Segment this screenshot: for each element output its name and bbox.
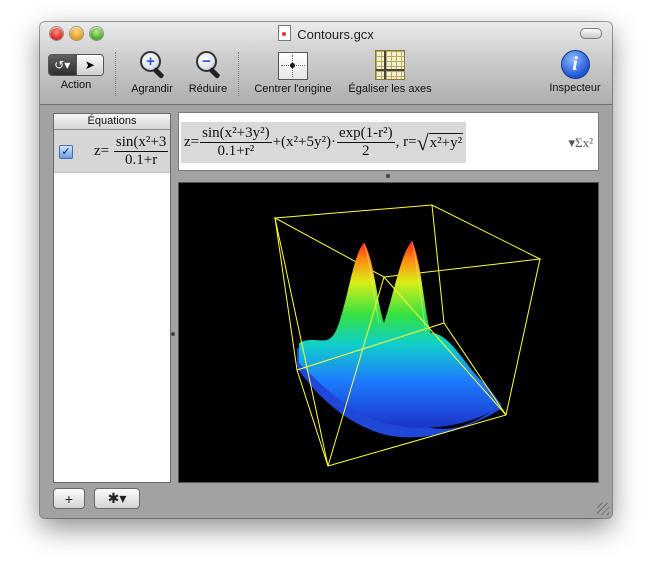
horizontal-splitter-handle[interactable] (386, 174, 390, 178)
inspector-button[interactable]: i Inspecteur (542, 50, 608, 94)
equations-panel: Équations ✓ z= sin(x²+3 0.1+r (53, 113, 171, 483)
toolbar-toggle-button[interactable] (580, 28, 602, 39)
gear-menu-button[interactable]: ✱▾ (94, 488, 140, 509)
graph-view[interactable] (178, 182, 599, 483)
info-icon: i (560, 50, 590, 79)
action-segmented-control[interactable]: ↺▾ ➤ (48, 54, 104, 76)
equation-row-formula: z= sin(x²+3 0.1+r (94, 134, 169, 168)
center-origin-button[interactable]: Centrer l'origine (246, 52, 340, 95)
gear-icon: ✱▾ (107, 490, 127, 506)
zoom-in-button[interactable]: + Agrandir (122, 50, 182, 95)
zoom-out-icon: − (194, 50, 222, 80)
equalize-axes-label: Égaliser les axes (348, 83, 432, 95)
surface (297, 240, 501, 438)
equation-row[interactable]: ✓ z= sin(x²+3 0.1+r (54, 130, 170, 173)
sigma-menu-icon[interactable]: ▾Σx² (569, 135, 594, 151)
add-equation-button[interactable]: + (53, 488, 85, 509)
action-control[interactable]: ↺▾ ➤ Action (48, 54, 104, 91)
rotate-tool-icon[interactable]: ↺▾ (49, 55, 76, 75)
zoom-out-label: Réduire (188, 83, 228, 95)
center-origin-label: Centrer l'origine (254, 83, 332, 95)
zoom-in-icon: + (138, 50, 166, 80)
equation-checkbox[interactable]: ✓ (59, 145, 73, 159)
pointer-tool-icon[interactable]: ➤ (75, 55, 103, 75)
window-title: Contours.gcx (297, 27, 374, 42)
plus-icon: + (64, 490, 74, 507)
formula-expression[interactable]: z= sin(x²+3y²) 0.1+r² +(x²+5y²)· exp(1-r²… (181, 122, 467, 163)
toolbar-separator (115, 52, 116, 96)
formula-editor[interactable]: z= sin(x²+3y²) 0.1+r² +(x²+5y²)· exp(1-r²… (178, 112, 599, 171)
window-title-wrap: Contours.gcx (40, 25, 612, 42)
titlebar: Contours.gcx ↺▾ ➤ Action + Agrandir − Ré… (40, 22, 612, 105)
zoom-out-button[interactable]: − Réduire (180, 50, 236, 95)
zoom-in-label: Agrandir (131, 83, 173, 95)
vertical-splitter-handle[interactable] (171, 332, 175, 336)
equations-header: Équations (54, 114, 170, 130)
action-label: Action (60, 79, 92, 91)
inspector-label: Inspecteur (549, 82, 601, 94)
app-window: Contours.gcx ↺▾ ➤ Action + Agrandir − Ré… (40, 22, 612, 518)
resize-grip[interactable] (597, 503, 609, 515)
center-origin-icon (278, 52, 308, 80)
equalize-axes-button[interactable]: Égaliser les axes (342, 50, 438, 95)
surface-plot[interactable] (179, 183, 598, 482)
equalize-axes-icon (375, 50, 405, 80)
content-area: Équations ✓ z= sin(x²+3 0.1+r z= sin(x²+… (40, 105, 612, 518)
toolbar-separator (238, 52, 239, 96)
document-icon (278, 25, 292, 41)
